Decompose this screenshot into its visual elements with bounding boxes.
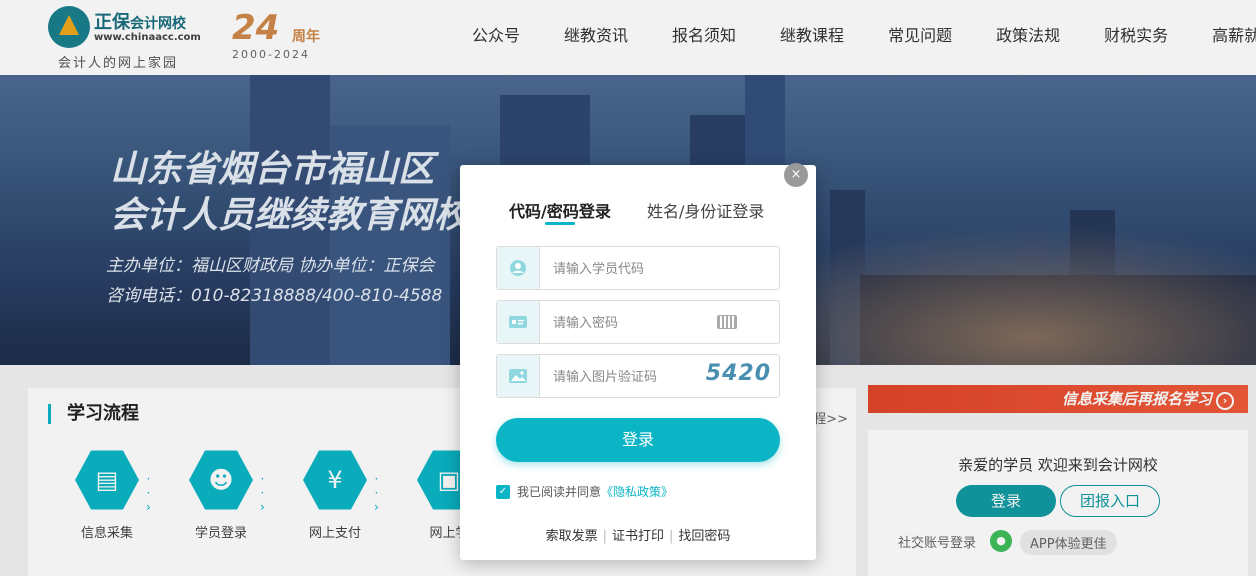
image-icon [497, 355, 540, 397]
id-card-icon [497, 301, 540, 343]
user-icon [497, 247, 540, 289]
captcha-input[interactable] [553, 367, 713, 387]
print-certificate-link[interactable]: 证书打印 [612, 529, 664, 544]
captcha-image[interactable]: 5420 [706, 361, 771, 386]
link-separator: | [669, 529, 674, 544]
login-modal: × 代码/密码登录 姓名/身份证登录 5420 登录 ✓ 我已阅读并同意 《隐私… [460, 163, 816, 560]
password-field [496, 300, 780, 344]
request-invoice-link[interactable]: 索取发票 [546, 529, 598, 544]
student-code-input[interactable] [553, 259, 713, 279]
captcha-field: 5420 [496, 354, 780, 398]
tab-name-idcard[interactable]: 姓名/身份证登录 [647, 198, 764, 222]
close-icon[interactable]: × [784, 163, 808, 187]
modal-footer-links: 索取发票 | 证书打印 | 找回密码 [460, 525, 816, 544]
privacy-policy-link[interactable]: 《隐私政策》 [601, 483, 673, 500]
tab-code-password[interactable]: 代码/密码登录 [509, 198, 611, 225]
password-input[interactable] [553, 313, 713, 333]
agreement-row: ✓ 我已阅读并同意 《隐私政策》 [496, 483, 673, 500]
keyboard-icon[interactable] [717, 315, 737, 329]
recover-password-link[interactable]: 找回密码 [678, 529, 730, 544]
link-separator: | [602, 529, 607, 544]
student-code-field [496, 246, 780, 290]
agree-text: 我已阅读并同意 [517, 485, 602, 499]
login-button[interactable]: 登录 [496, 418, 780, 462]
agree-checkbox[interactable]: ✓ [496, 484, 510, 499]
